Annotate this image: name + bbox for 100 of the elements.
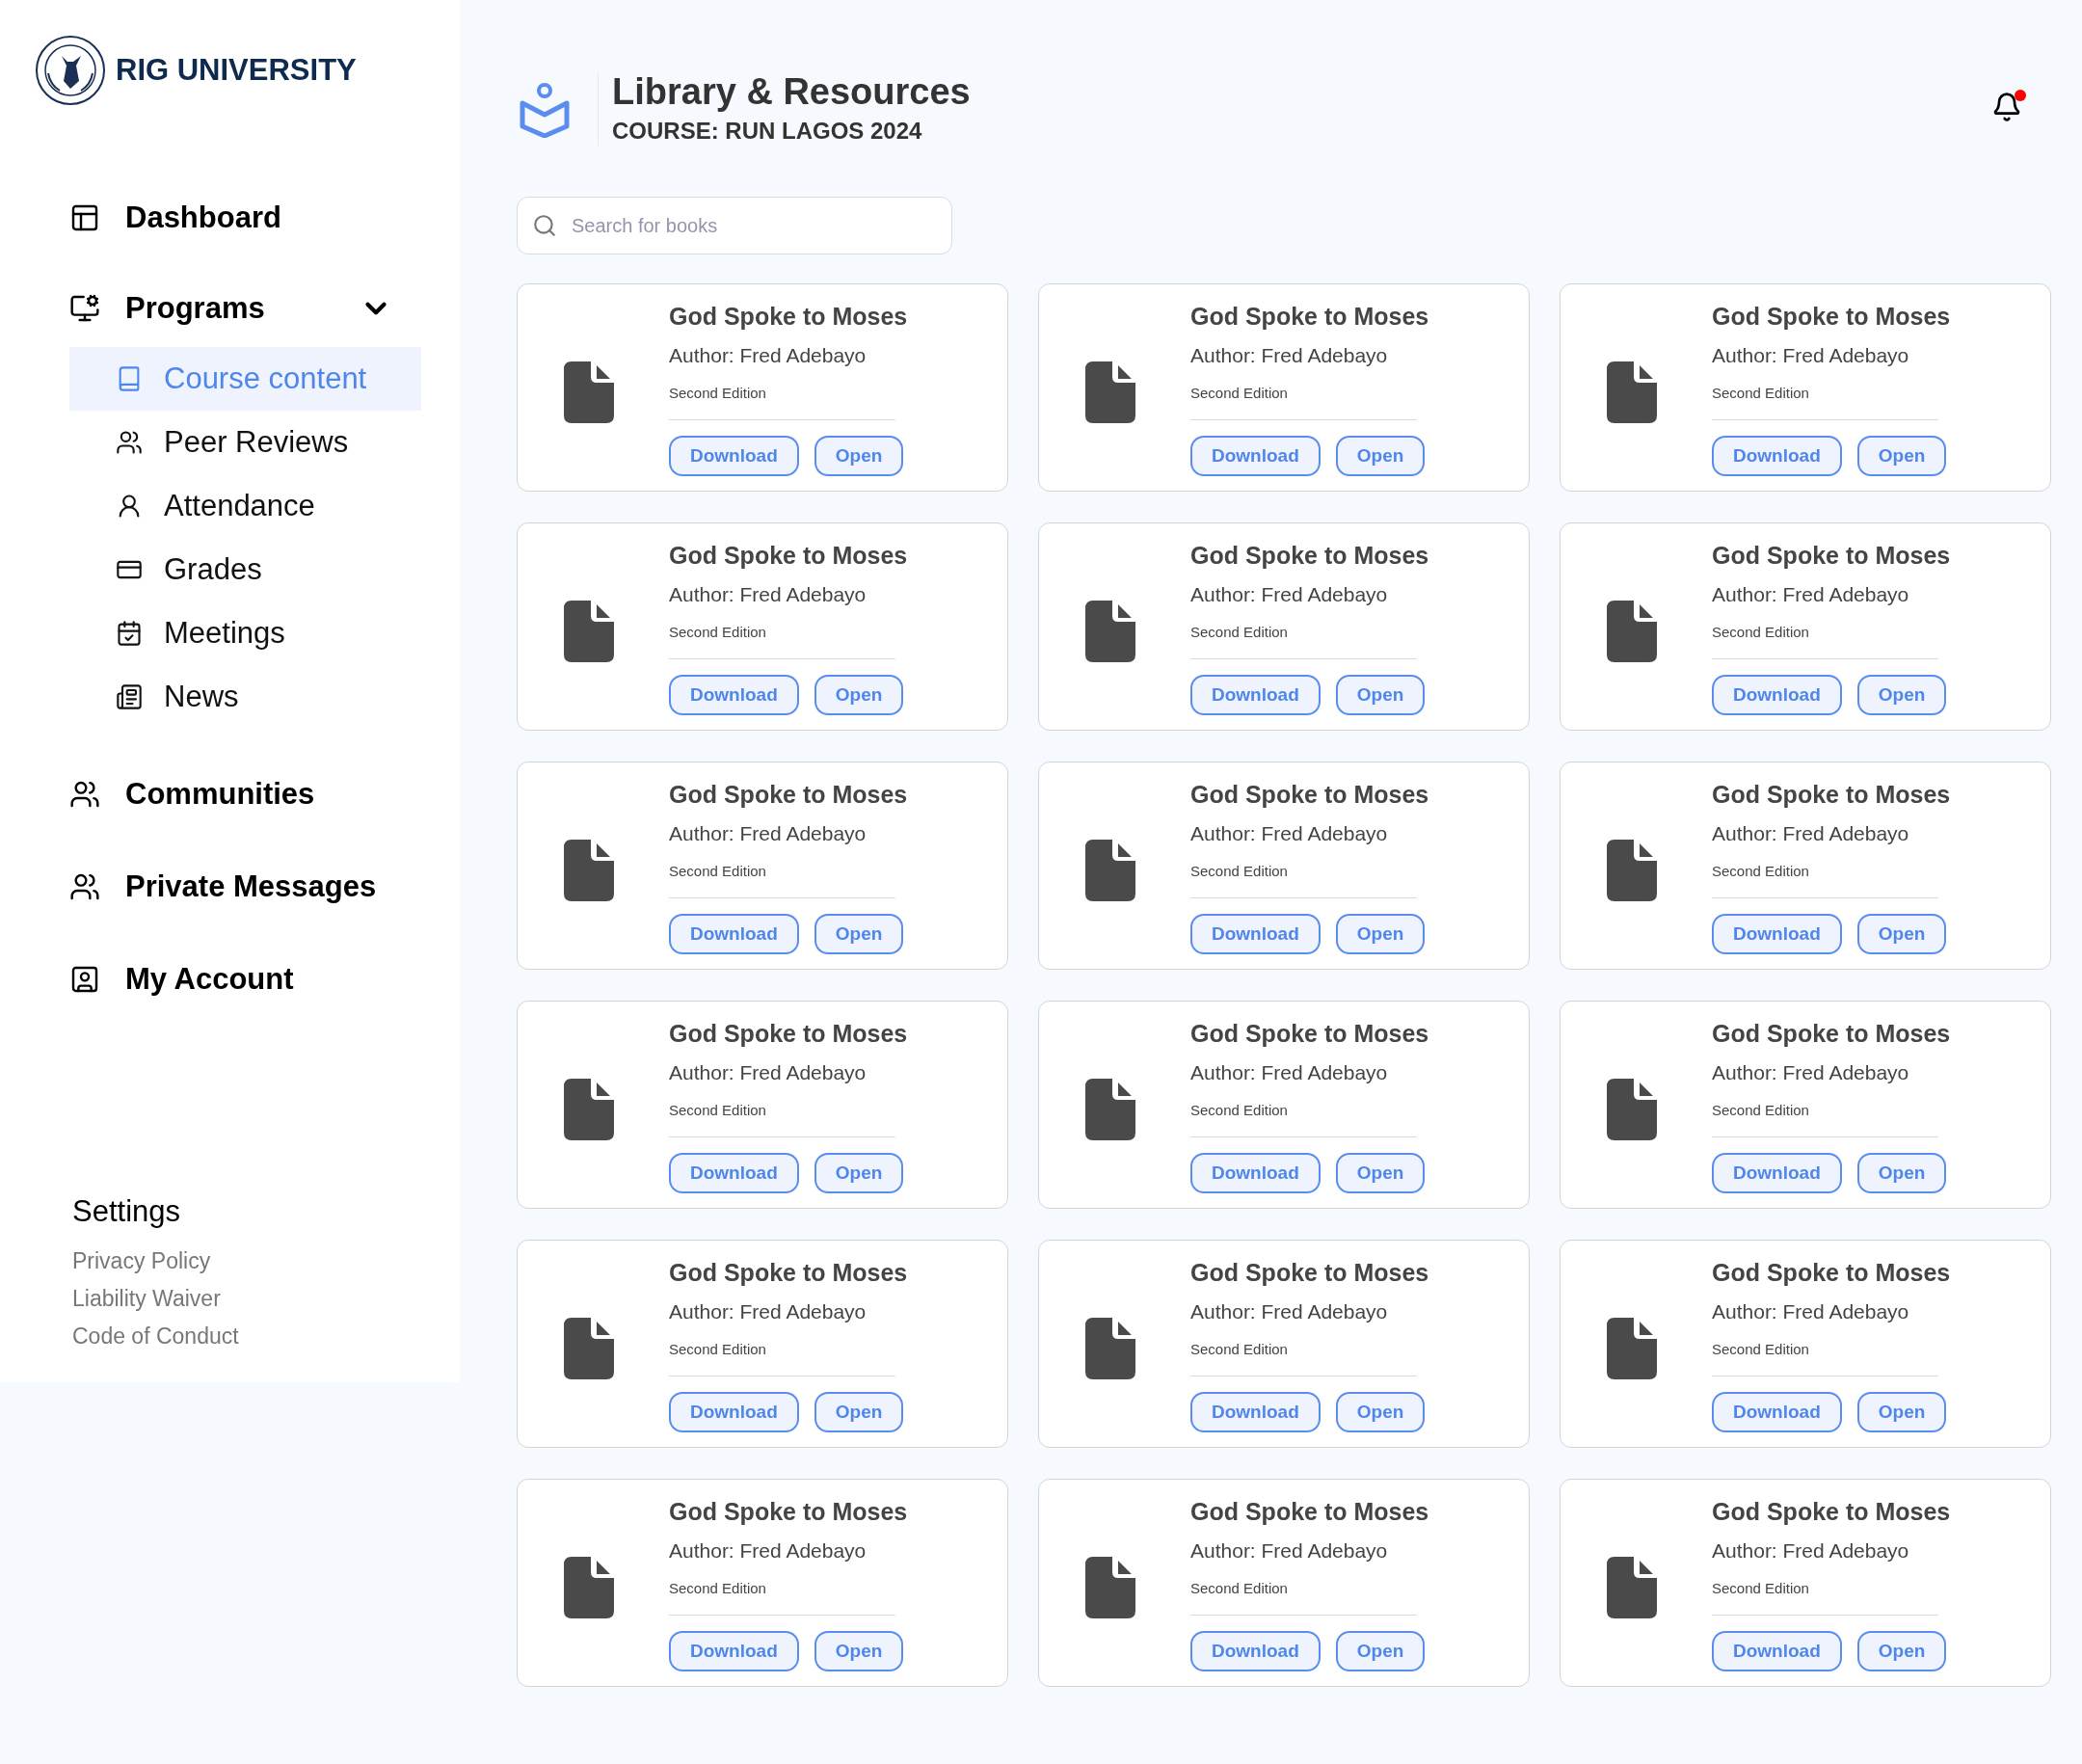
download-button[interactable]: Download xyxy=(669,675,799,716)
download-button[interactable]: Download xyxy=(669,914,799,955)
nav-subitem[interactable]: News xyxy=(69,665,421,729)
download-button[interactable]: Download xyxy=(669,1392,799,1433)
file-icon xyxy=(1606,1079,1657,1140)
settings-link[interactable]: Code of Conduct xyxy=(72,1317,460,1355)
download-button[interactable]: Download xyxy=(1712,1392,1842,1433)
book-author: Author: Fred Adebayo xyxy=(1190,1299,1389,1325)
book-title: God Spoke to Moses xyxy=(669,301,908,332)
download-button[interactable]: Download xyxy=(1190,1631,1321,1672)
nav-item[interactable]: Dashboard xyxy=(69,195,281,241)
download-button[interactable]: Download xyxy=(1190,675,1321,716)
book-author: Author: Fred Adebayo xyxy=(1712,1538,1910,1564)
book-author: Author: Fred Adebayo xyxy=(1712,821,1910,847)
open-button[interactable]: Open xyxy=(1335,436,1426,477)
book-edition: Second Edition xyxy=(669,383,767,403)
book-author: Author: Fred Adebayo xyxy=(669,821,868,847)
book-edition: Second Edition xyxy=(1712,1578,1810,1598)
book-title: God Spoke to Moses xyxy=(1712,1257,1951,1288)
file-icon xyxy=(563,1318,614,1379)
book-title: God Spoke to Moses xyxy=(1190,301,1429,332)
book-title: God Spoke to Moses xyxy=(669,1257,908,1288)
search-field[interactable]: Search for books xyxy=(517,197,952,254)
download-button[interactable]: Download xyxy=(669,1631,799,1672)
open-button[interactable]: Open xyxy=(814,914,904,955)
download-button[interactable]: Download xyxy=(1190,436,1321,477)
nav-subitem[interactable]: Grades xyxy=(69,538,421,601)
book-author: Author: Fred Adebayo xyxy=(1712,1299,1910,1325)
open-button[interactable]: Open xyxy=(814,1631,904,1672)
open-button[interactable]: Open xyxy=(1856,1153,1947,1194)
book-title: God Spoke to Moses xyxy=(669,1018,908,1049)
book-title: God Spoke to Moses xyxy=(669,540,908,571)
settings-link[interactable]: Liability Waiver xyxy=(72,1279,460,1318)
open-button[interactable]: Open xyxy=(1856,1392,1947,1433)
nav-item[interactable]: Programs xyxy=(69,285,265,332)
book-edition: Second Edition xyxy=(1712,1100,1810,1120)
book-edition: Second Edition xyxy=(1190,1339,1289,1359)
nav-item[interactable]: Communities xyxy=(69,771,315,817)
book-title: God Spoke to Moses xyxy=(1712,779,1951,810)
download-button[interactable]: Download xyxy=(1712,914,1842,955)
book-edition: Second Edition xyxy=(1712,1339,1810,1359)
open-button[interactable]: Open xyxy=(1856,914,1947,955)
open-button[interactable]: Open xyxy=(1856,675,1947,716)
open-button[interactable]: Open xyxy=(814,1153,904,1194)
book-author: Author: Fred Adebayo xyxy=(1190,1060,1389,1086)
download-button[interactable]: Download xyxy=(1712,675,1842,716)
monitor-icon xyxy=(69,293,100,324)
book-author: Author: Fred Adebayo xyxy=(669,1060,868,1086)
book-edition: Second Edition xyxy=(1712,383,1810,403)
book-title: God Spoke to Moses xyxy=(1190,1018,1429,1049)
open-button[interactable]: Open xyxy=(1335,1631,1426,1672)
open-button[interactable]: Open xyxy=(1335,1392,1426,1433)
file-icon xyxy=(1084,601,1135,662)
open-button[interactable]: Open xyxy=(1335,675,1426,716)
open-button[interactable]: Open xyxy=(1856,1631,1947,1672)
nav-subitem[interactable]: Peer Reviews xyxy=(69,411,421,474)
book-title: God Spoke to Moses xyxy=(669,779,908,810)
book-author: Author: Fred Adebayo xyxy=(669,582,868,608)
open-button[interactable]: Open xyxy=(814,1392,904,1433)
newspaper-icon xyxy=(116,683,143,710)
download-button[interactable]: Download xyxy=(1712,1631,1842,1672)
book-title: God Spoke to Moses xyxy=(1712,301,1951,332)
settings-heading: Settings xyxy=(72,1193,181,1230)
book-author: Author: Fred Adebayo xyxy=(1190,582,1389,608)
open-book-icon xyxy=(519,80,571,138)
book-edition: Second Edition xyxy=(1190,861,1289,881)
book-author: Author: Fred Adebayo xyxy=(669,1299,868,1325)
download-button[interactable]: Download xyxy=(1712,1153,1842,1194)
people-icon xyxy=(69,779,100,810)
nav-subitem[interactable]: Meetings xyxy=(69,601,421,665)
file-icon xyxy=(1084,1318,1135,1379)
book-edition: Second Edition xyxy=(1712,861,1810,881)
file-icon xyxy=(563,601,614,662)
download-button[interactable]: Download xyxy=(1190,914,1321,955)
open-button[interactable]: Open xyxy=(814,436,904,477)
book-title: God Spoke to Moses xyxy=(1712,1018,1951,1049)
download-button[interactable]: Download xyxy=(669,436,799,477)
settings-link[interactable]: Privacy Policy xyxy=(72,1242,460,1280)
nav-subitem[interactable]: Attendance xyxy=(69,474,421,538)
download-button[interactable]: Download xyxy=(1190,1392,1321,1433)
book-edition: Second Edition xyxy=(669,622,767,642)
open-button[interactable]: Open xyxy=(1335,914,1426,955)
download-button[interactable]: Download xyxy=(1190,1153,1321,1194)
book-edition: Second Edition xyxy=(1190,622,1289,642)
calendar-icon xyxy=(116,620,143,647)
people-icon xyxy=(116,429,143,456)
file-icon xyxy=(1606,840,1657,901)
bell-icon xyxy=(1991,92,2022,122)
file-icon xyxy=(563,840,614,901)
download-button[interactable]: Download xyxy=(669,1153,799,1194)
nav-subitem[interactable]: Course content xyxy=(69,347,421,411)
nav-item[interactable]: Private Messages xyxy=(69,864,377,910)
nav-item[interactable]: My Account xyxy=(69,956,294,1002)
file-icon xyxy=(1606,1318,1657,1379)
download-button[interactable]: Download xyxy=(1712,436,1842,477)
book-author: Author: Fred Adebayo xyxy=(1190,1538,1389,1564)
open-button[interactable]: Open xyxy=(1856,436,1947,477)
open-button[interactable]: Open xyxy=(1335,1153,1426,1194)
file-icon xyxy=(1084,1079,1135,1140)
open-button[interactable]: Open xyxy=(814,675,904,716)
